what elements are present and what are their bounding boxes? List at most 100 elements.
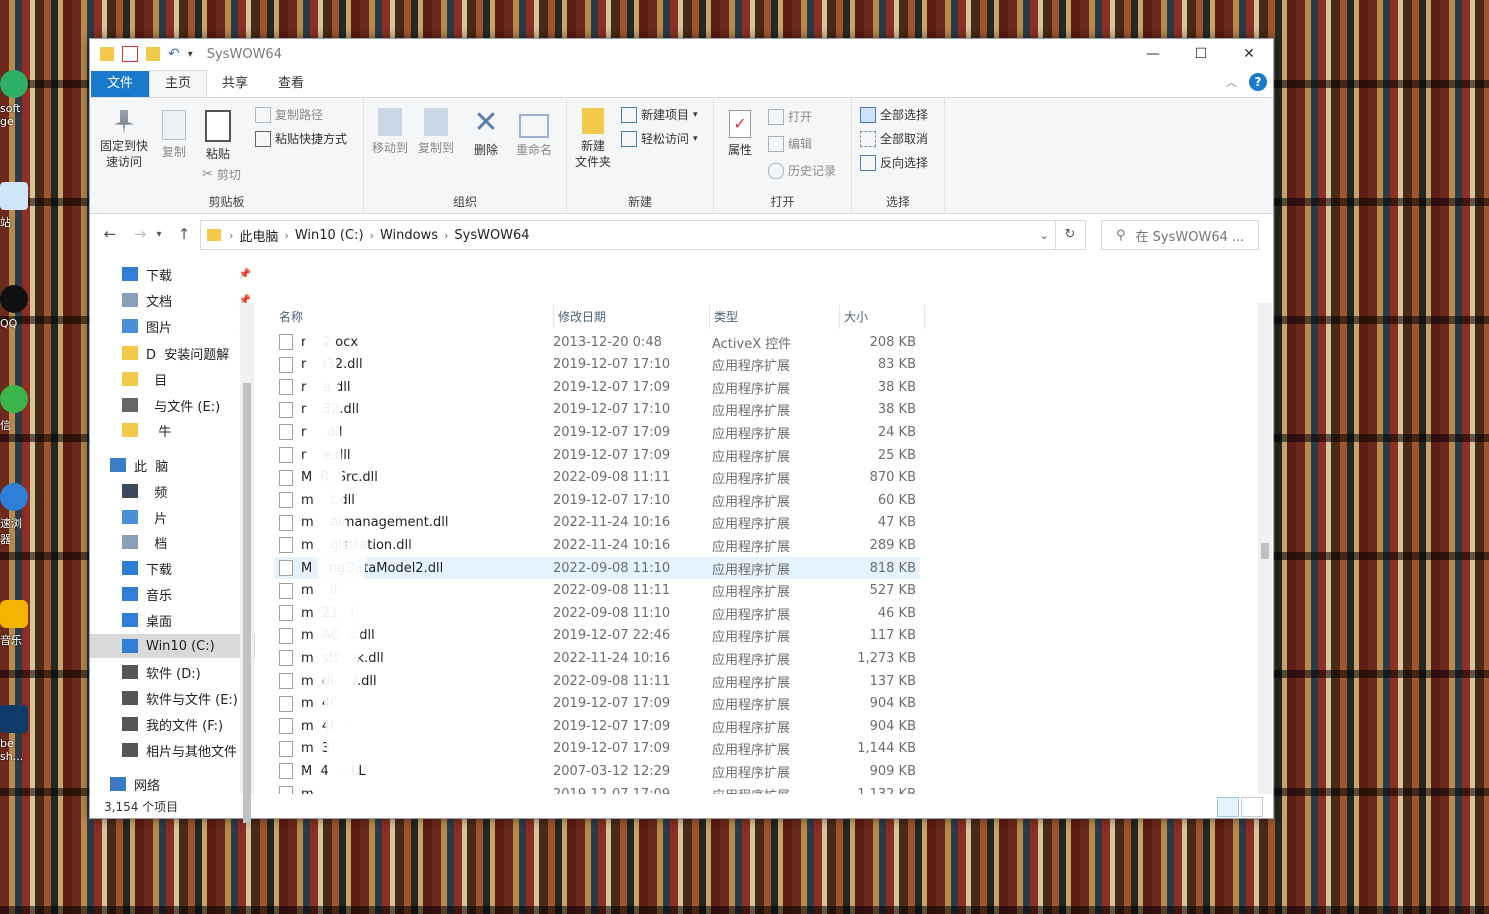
new-folder-icon[interactable]	[146, 47, 160, 61]
properties-button[interactable]: ✓ 属性	[720, 110, 760, 158]
breadcrumb-windows[interactable]: Windows	[380, 228, 438, 243]
breadcrumb-drive-c[interactable]: Win10 (C:)	[295, 228, 364, 243]
paste-button[interactable]: 粘贴	[200, 110, 236, 162]
file-row[interactable]: m almanagement.dll 2022-11-24 10:16 应用程序扩展…	[275, 512, 920, 534]
tab-share[interactable]: 共享	[207, 71, 263, 97]
help-icon[interactable]: ?	[1249, 73, 1267, 91]
chevron-down-icon[interactable]: ▾	[188, 49, 193, 60]
nav-item[interactable]: 档	[90, 530, 255, 554]
nav-item[interactable]: 牛	[90, 418, 255, 442]
recent-locations-button[interactable]: ▾	[154, 229, 164, 240]
nav-item[interactable]: 网络	[90, 772, 255, 796]
history-button[interactable]: 历史记录	[768, 162, 836, 179]
back-button[interactable]: ←	[100, 225, 120, 243]
nav-item[interactable]: 与文件 (E:)	[90, 393, 255, 417]
file-row[interactable]: M R Src.dll2022-09-08 11:11应用程序扩展870 KB	[275, 467, 920, 489]
file-row[interactable]: m 40 ll2019-12-07 17:09 应用程序扩展 904 KB	[275, 715, 920, 737]
file-row[interactable]: r a.dll2019-12-07 17:09应用程序扩展38 KB	[275, 376, 920, 398]
minimize-button[interactable]: —	[1129, 39, 1177, 69]
file-row[interactable]: M ngDataModel2.dll 2022-09-08 11:10 应用程序扩展…	[275, 557, 920, 579]
file-row[interactable]: r i32.dll2019-12-07 17:10应用程序扩展83 KB	[275, 354, 920, 376]
forward-button[interactable]: →	[130, 225, 150, 243]
file-row[interactable]: m t.dll2019-12-07 17:10应用程序扩展60 KB	[275, 489, 920, 511]
tab-file[interactable]: 文件	[91, 71, 150, 97]
desktop-icon-recycle[interactable]: 站	[0, 182, 30, 230]
file-row[interactable]: m AC c.dll2019-12-07 22:46 应用程序扩展 117 KB	[275, 625, 920, 647]
nav-item[interactable]: 下载	[90, 556, 255, 580]
chevron-up-icon[interactable]: ︿	[1226, 74, 1237, 90]
properties-icon[interactable]	[122, 46, 138, 62]
rename-button[interactable]: 重命名	[510, 108, 558, 158]
nav-scrollbar-thumb[interactable]	[243, 383, 251, 823]
file-row[interactable]: m gistration.dll 2022-11-24 10:16 应用程序扩展 28…	[275, 534, 920, 556]
easy-access-button[interactable]: 轻松访问 ▾	[621, 130, 698, 147]
open-button[interactable]: 打开	[768, 108, 812, 125]
desktop-icon-browser[interactable]: 速浏 器	[0, 483, 30, 547]
column-type[interactable]: 类型	[710, 305, 840, 329]
copy-path-button[interactable]: 复制路径	[255, 106, 323, 123]
nav-item[interactable]: 音乐	[90, 582, 255, 606]
file-row[interactable]: m 32. 2019-12-07 17:09 应用程序扩展 1,144 KB	[275, 738, 920, 760]
file-row[interactable]: m 21 ll2022-09-08 11:10 应用程序扩展 46 KB	[275, 602, 920, 624]
nav-item[interactable]: D 安装问题解	[90, 341, 255, 365]
nav-scrollbar[interactable]	[240, 303, 254, 823]
nav-item[interactable]: 片	[90, 505, 255, 529]
close-button[interactable]: ✕	[1225, 39, 1273, 69]
desktop-icon-edge[interactable]: soft ge	[0, 70, 30, 128]
breadcrumb-syswow64[interactable]: SysWOW64	[454, 228, 529, 243]
nav-item[interactable]: 软件与文件 (E:)	[90, 686, 255, 710]
nav-item[interactable]: 桌面	[90, 608, 255, 632]
tab-home[interactable]: 主页	[149, 70, 208, 97]
nav-item[interactable]: Win10 (C:)	[90, 634, 255, 658]
pin-quick-access-button[interactable]: 固定到快 速访问	[94, 110, 154, 170]
maximize-button[interactable]: ☐	[1177, 39, 1225, 69]
file-list-scrollbar-thumb[interactable]	[1261, 543, 1269, 559]
delete-button[interactable]: ✕ 删除	[468, 108, 504, 158]
file-row[interactable]: r 32.dll2019-12-07 17:10应用程序扩展38 KB	[275, 399, 920, 421]
file-row[interactable]: m 40. 2019-12-07 17:09 应用程序扩展 904 KB	[275, 693, 920, 715]
chevron-down-icon[interactable]: ⌄	[1040, 229, 1049, 242]
nav-item[interactable]: 文档 📌	[90, 288, 255, 312]
file-row[interactable]: m dll 2019-12-07 17:09 应用程序扩展 1,132 KB	[275, 783, 920, 794]
desktop-icon-photoshop[interactable]: be sh...	[0, 705, 30, 763]
file-row[interactable]: m di nv.dll2022-09-08 11:11 应用程序扩展 137 KB	[275, 670, 920, 692]
nav-item[interactable]: 图片📌	[90, 314, 255, 338]
select-all-button[interactable]: 全部选择	[860, 106, 928, 123]
new-folder-button[interactable]: 新建 文件夹	[571, 108, 615, 170]
copy-button[interactable]: 复制	[156, 110, 192, 160]
invert-selection-button[interactable]: 反向选择	[860, 154, 928, 171]
select-none-button[interactable]: 全部取消	[860, 130, 928, 147]
undo-icon[interactable]: ↶	[168, 46, 180, 62]
breadcrumb-this-pc[interactable]: 此电脑	[239, 226, 278, 245]
up-button[interactable]: ↑	[174, 225, 194, 243]
refresh-button[interactable]: ↻	[1055, 220, 1086, 250]
move-to-button[interactable]: 移动到	[368, 108, 412, 156]
nav-item[interactable]: 相片与其他文件	[90, 738, 255, 762]
column-size[interactable]: 大小	[840, 305, 925, 329]
column-date[interactable]: 修改日期	[554, 305, 710, 329]
file-row[interactable]: m ll2022-09-08 11:11 应用程序扩展 527 KB	[275, 580, 920, 602]
tab-view[interactable]: 查看	[263, 71, 319, 97]
copy-to-button[interactable]: 复制到	[414, 108, 458, 156]
file-row[interactable]: M 4 .DLL2007-03-12 12:29 应用程序扩展 909 KB	[275, 760, 920, 782]
nav-item[interactable]: 此 脑	[90, 453, 255, 477]
file-row[interactable]: r .dll2019-12-07 17:09应用程序扩展24 KB	[275, 421, 920, 443]
file-row[interactable]: r 2.ocx2013-12-20 0:48ActiveX 控件208 KB	[275, 331, 920, 353]
nav-item[interactable]: 目	[90, 367, 255, 391]
file-list-scrollbar[interactable]	[1258, 303, 1272, 794]
nav-item[interactable]: 我的文件 (F:)	[90, 712, 255, 736]
file-row[interactable]: r e.dll2019-12-07 17:09应用程序扩展25 KB	[275, 444, 920, 466]
new-item-button[interactable]: 新建项目 ▾	[621, 106, 698, 123]
file-row[interactable]: m sfs nk.dll2022-11-24 10:16 应用程序扩展 1,273 …	[275, 647, 920, 669]
edit-button[interactable]: 编辑	[768, 135, 812, 152]
address-bar[interactable]: › 此电脑 › Win10 (C:) › Windows › SysWOW64 …	[200, 220, 1056, 250]
search-input[interactable]: ⚲ 在 SysWOW64 ...	[1101, 220, 1259, 250]
large-icons-view-button[interactable]	[1241, 797, 1263, 817]
desktop-icon-qq[interactable]: QQ	[0, 285, 30, 330]
desktop-icon-wechat[interactable]: 信	[0, 385, 30, 433]
paste-shortcut-button[interactable]: 粘贴快捷方式	[255, 130, 347, 147]
nav-item[interactable]: 软件 (D:)	[90, 660, 255, 684]
desktop-icon-music[interactable]: 音乐	[0, 600, 30, 648]
cut-button[interactable]: ✂ 剪切	[202, 166, 241, 183]
nav-item[interactable]: 频	[90, 479, 255, 503]
